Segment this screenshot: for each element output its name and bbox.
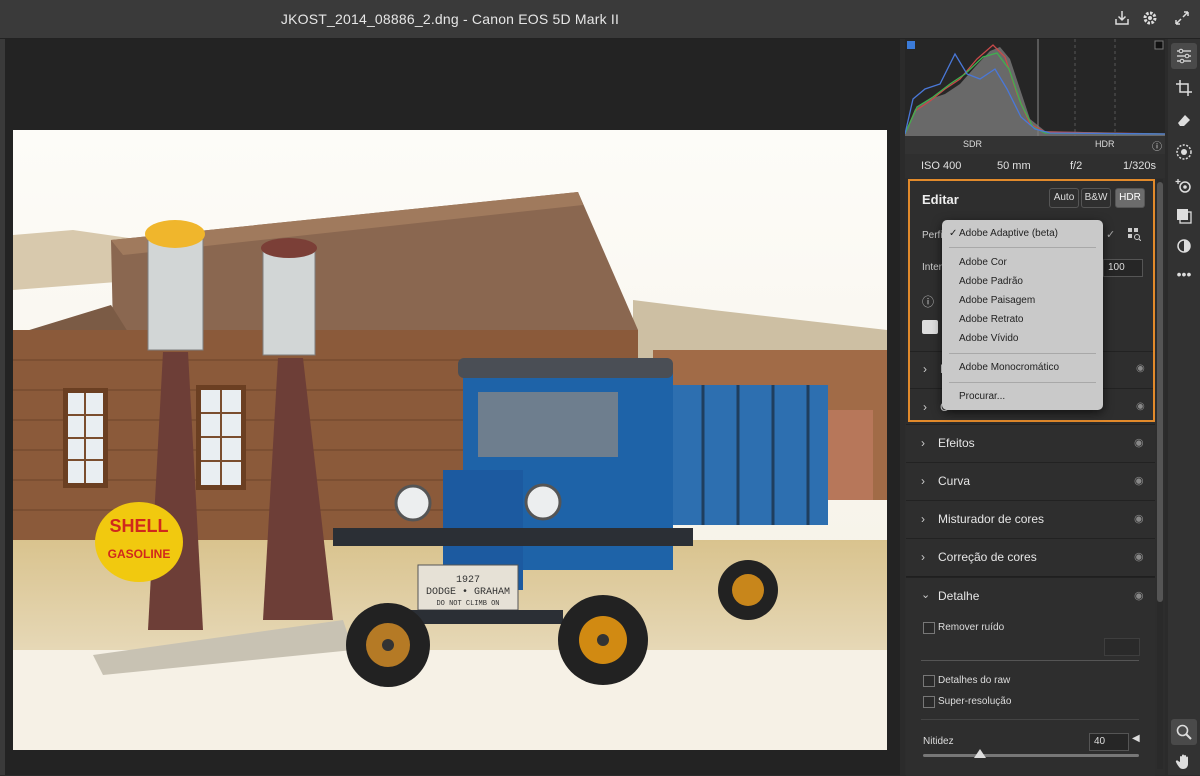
- raw-details-label: Detalhes do raw: [938, 675, 1011, 686]
- section-color-mixer[interactable]: › Misturador de cores ◉: [906, 500, 1155, 539]
- menu-item-monochrome[interactable]: Adobe Monocromático: [959, 362, 1059, 373]
- histogram-labels: SDR HDR ⓘ: [905, 136, 1165, 154]
- chevron-right-icon: ›: [921, 436, 925, 450]
- section-label: Efeitos: [938, 436, 975, 450]
- chevron-right-icon: ›: [921, 550, 925, 564]
- grid-search-icon[interactable]: [1127, 227, 1142, 242]
- menu-item-landscape[interactable]: Adobe Paisagem: [959, 295, 1035, 306]
- auto-button[interactable]: Auto: [1049, 188, 1079, 208]
- menu-separator: [949, 353, 1096, 354]
- plate-make: DODGE • GRAHAM: [426, 587, 510, 598]
- window-title: JKOST_2014_08886_2.dng - Canon EOS 5D Ma…: [280, 11, 620, 27]
- detail-title[interactable]: Detalhe: [938, 589, 979, 603]
- export-icon[interactable]: [1112, 9, 1132, 29]
- eye-icon[interactable]: ◉: [1134, 436, 1144, 449]
- section-label: Curva: [938, 474, 971, 488]
- hand-icon[interactable]: [1175, 753, 1193, 771]
- chevron-right-icon: ›: [921, 474, 925, 488]
- section-color-grading[interactable]: › Correção de cores ◉: [906, 538, 1155, 577]
- eye-icon[interactable]: ◉: [1134, 589, 1144, 602]
- eye-icon[interactable]: ◉: [1136, 363, 1145, 374]
- super-resolution-label: Super-resolução: [938, 696, 1012, 707]
- sharpness-slider-handle[interactable]: [974, 749, 986, 758]
- tool-rail: •••: [1168, 39, 1200, 775]
- eye-icon[interactable]: ◉: [1134, 512, 1144, 525]
- checkmark-icon: ✓: [949, 228, 958, 239]
- intensity-value[interactable]: 100: [1103, 259, 1143, 277]
- eye-icon[interactable]: ◉: [1134, 550, 1144, 563]
- mask-icon[interactable]: [1175, 143, 1193, 161]
- menu-item-adaptive[interactable]: Adobe Adaptive (beta): [959, 228, 1058, 239]
- panel-scroll-thumb[interactable]: [1157, 182, 1163, 602]
- section-curve[interactable]: › Curva ◉: [906, 462, 1155, 501]
- menu-item-browse[interactable]: Procurar...: [959, 391, 1005, 402]
- sdr-label: SDR: [963, 139, 983, 149]
- exif-focal: 50 mm: [997, 160, 1031, 172]
- crop-icon[interactable]: [1175, 79, 1193, 97]
- super-resolution-checkbox[interactable]: [923, 696, 935, 708]
- exif-iso: ISO 400: [921, 160, 962, 172]
- exif-shutter: 1/320s: [1123, 160, 1157, 172]
- histogram[interactable]: [904, 39, 1166, 136]
- menu-item-vivid[interactable]: Adobe Vívido: [959, 333, 1019, 344]
- section-effects[interactable]: › Efeitos ◉: [906, 424, 1155, 463]
- snapshot-icon[interactable]: [1175, 237, 1193, 255]
- eye-icon[interactable]: ◉: [1134, 474, 1144, 487]
- shell-sign-bottom: GASOLINE: [108, 547, 171, 561]
- section-detail: ⌄ Detalhe ◉ Remover ruído Detalhes do ra…: [906, 577, 1155, 776]
- fullscreen-icon[interactable]: [1172, 9, 1192, 29]
- chevron-right-icon: ›: [921, 512, 925, 526]
- noise-checkbox[interactable]: [923, 622, 935, 634]
- redeye-icon[interactable]: [1175, 177, 1193, 195]
- photo-preview[interactable]: SHELL GASOLINE 1927 DODGE • GRAHAM DO NO…: [13, 130, 887, 750]
- intensity-label: Inter: [922, 262, 943, 273]
- bw-button[interactable]: B&W: [1081, 188, 1111, 208]
- plate-note: DO NOT CLIMB ON: [436, 600, 499, 608]
- section-label: Misturador de cores: [938, 512, 1045, 526]
- info-icon[interactable]: ⓘ: [1152, 138, 1162, 153]
- profile-dropdown-menu: ✓ Adobe Adaptive (beta) Adobe Cor Adobe …: [942, 220, 1103, 410]
- chevron-right-icon[interactable]: ›: [923, 362, 927, 376]
- hdr-button[interactable]: HDR: [1115, 188, 1145, 208]
- raw-details-checkbox[interactable]: [923, 675, 935, 687]
- comment-icon[interactable]: [922, 320, 938, 334]
- left-edge: [0, 39, 5, 775]
- zoom-icon[interactable]: [1175, 723, 1193, 741]
- profile-label: Perfi: [922, 230, 943, 241]
- highlight-clip-icon[interactable]: [1154, 40, 1164, 50]
- hdr-label: HDR: [1095, 139, 1115, 149]
- chevron-right-icon[interactable]: ›: [923, 400, 927, 414]
- menu-item-color[interactable]: Adobe Cor: [959, 257, 1007, 268]
- title-bar: JKOST_2014_08886_2.dng - Canon EOS 5D Ma…: [0, 0, 1200, 39]
- sharpness-value[interactable]: 40: [1089, 733, 1129, 751]
- menu-item-portrait[interactable]: Adobe Retrato: [959, 314, 1024, 325]
- eraser-icon[interactable]: [1175, 111, 1193, 129]
- sharpness-slider[interactable]: [923, 754, 1139, 757]
- info-icon[interactable]: ⓘ: [922, 293, 934, 310]
- shadow-clip-icon[interactable]: [907, 41, 915, 49]
- noise-value-field: [1104, 638, 1140, 656]
- shell-sign-top: SHELL: [109, 516, 168, 536]
- gear-icon[interactable]: [1140, 9, 1160, 29]
- edit-sliders-icon[interactable]: [1175, 47, 1193, 65]
- exif-bar: ISO 400 50 mm f/2 1/320s: [905, 154, 1165, 178]
- sharpness-label: Nitidez: [923, 736, 954, 747]
- menu-separator: [949, 382, 1096, 383]
- more-icon[interactable]: •••: [1175, 265, 1193, 283]
- exif-aperture: f/2: [1070, 160, 1083, 172]
- menu-separator: [949, 247, 1096, 248]
- menu-item-standard[interactable]: Adobe Padrão: [959, 276, 1023, 287]
- profile-chevron-icon[interactable]: ✓: [1106, 228, 1115, 241]
- presets-icon[interactable]: [1175, 207, 1193, 225]
- plate-year: 1927: [456, 575, 480, 586]
- reset-arrow-icon[interactable]: ◀: [1132, 733, 1140, 744]
- noise-label: Remover ruído: [938, 622, 1005, 633]
- section-label: Correção de cores: [938, 550, 1037, 564]
- eye-icon[interactable]: ◉: [1136, 401, 1145, 412]
- edit-title: Editar: [922, 192, 959, 207]
- chevron-down-icon[interactable]: ⌄: [921, 588, 930, 601]
